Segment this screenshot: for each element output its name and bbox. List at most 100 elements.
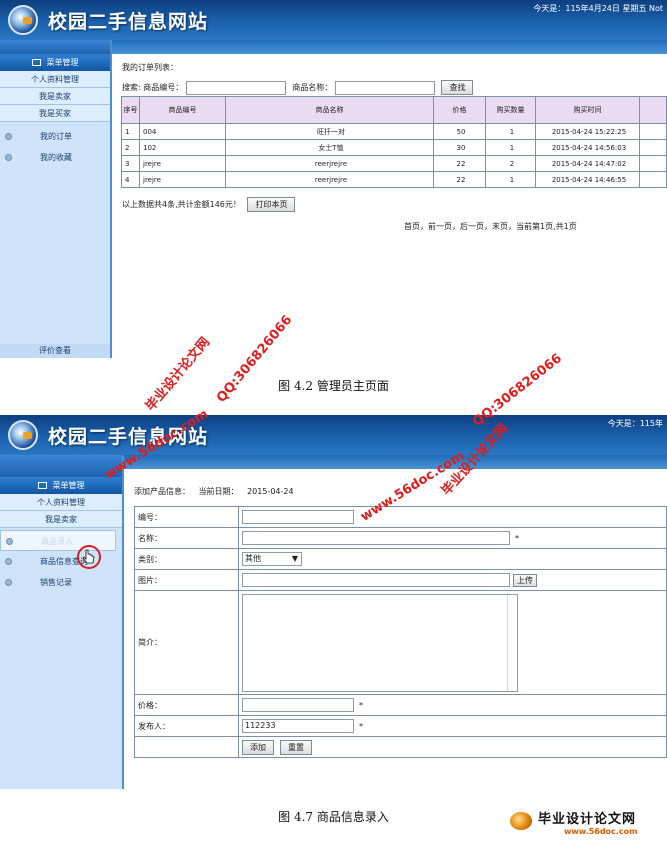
cell: 004 [139,123,226,140]
cell [639,123,667,140]
sidebar-top [0,40,110,54]
form-row-image: 图片： 上传 [134,569,667,591]
site-header: 校园二手信息网站 今天是：115年 [0,415,667,455]
form-title: 添加产品信息： [134,487,190,496]
site-logo-icon [8,5,38,35]
field-cell: * [238,694,667,716]
category-value: 其他 [245,554,261,563]
sidebar-item-seller[interactable]: 我是卖家 [0,511,122,528]
footer-logo-url: www.56doc.com [564,827,638,836]
search-name-input[interactable] [334,80,435,95]
form-row-intro: 简介： [134,590,667,695]
sidebar-item-reviews[interactable]: 评价查看 [0,344,110,358]
image-input[interactable] [242,573,510,587]
form-row-actions: 添加 重置 [134,736,667,758]
cell [639,155,667,172]
orders-panel: 我的订单列表： 搜索: 商品编号： 商品名称： 查找 序号 商品编号 商品名称 … [118,58,667,358]
sidebar-item-label: 商品录入 [41,537,73,546]
name-input[interactable] [242,531,510,545]
menu-icon [37,482,47,489]
menu-manage-header[interactable]: 菜单管理 [0,477,122,494]
reset-button[interactable]: 重置 [280,739,312,755]
cell: 4 [121,171,140,188]
cell: 1 [485,123,536,140]
field-label: 图片： [134,569,239,591]
scrollbar[interactable] [507,594,517,691]
product-form-panel: 添加产品信息： 当前日期： 2015-04-24 编号： 名称： * 类别： 其… [128,477,667,789]
sidebar-item-my-orders[interactable]: 我的订单 [0,126,110,147]
pager[interactable]: 首页，前一页，后一页，末页，当前第1页,共1页 [404,221,577,232]
menu-title-label: 菜单管理 [46,58,79,67]
field-label [134,736,239,758]
form-row-code: 编号： [134,506,667,528]
publisher-value: 112233 [245,721,276,730]
print-button[interactable]: 打印本页 [247,197,296,212]
cell [639,139,667,156]
field-cell: 112233 * [238,715,667,737]
intro-textarea[interactable] [242,593,518,692]
cell: 1 [485,139,536,156]
search-code-label: 搜索: 商品编号： [122,83,184,92]
field-cell: 上传 [238,569,667,591]
form-date-label: 当前日期： [198,487,239,496]
search-button[interactable]: 查找 [441,80,474,95]
code-input[interactable] [242,510,354,524]
site-logo-icon [8,420,38,450]
cell: 2015-04-24 14:47:02 [535,155,640,172]
category-select[interactable]: 其他 ▼ [242,552,302,566]
cell: 50 [433,123,486,140]
cell: 22 [433,155,486,172]
cell [639,171,667,188]
sidebar: 菜单管理 个人资料管理 我是卖家 商品录入 商品信息查询 销售记录 [0,455,124,789]
upload-button[interactable]: 上传 [513,573,537,587]
search-code-input[interactable] [185,80,286,95]
cell: 2015-04-24 14:46:55 [535,171,640,188]
sidebar-item-seller[interactable]: 我是卖家 [0,88,110,105]
cell: reerjrejre [225,155,434,172]
bullet-icon [5,154,12,161]
site-title: 校园二手信息网站 [48,11,209,33]
table-row: 2 102 女士T恤 30 1 2015-04-24 14:56:03 [121,139,667,156]
form-date-value: 2015-04-24 [247,487,294,496]
field-cell [238,506,667,528]
cell: 22 [433,171,486,188]
date-display: 今天是：115年 [607,419,663,428]
menu-icon [31,59,41,66]
sidebar-item-product-query[interactable]: 商品信息查询 [0,551,122,572]
publisher-input[interactable]: 112233 [242,719,354,733]
col-header-extra [639,96,667,124]
add-button[interactable]: 添加 [242,739,274,755]
cell: 2 [485,155,536,172]
menu-manage-header[interactable]: 菜单管理 [0,54,110,71]
price-input[interactable] [242,698,354,712]
field-label: 价格： [134,694,239,716]
field-cell: 其他 ▼ [238,548,667,570]
col-header: 购买数量 [485,96,536,124]
sidebar-item-label: 销售记录 [40,578,72,587]
sidebar-item-sales-records[interactable]: 销售记录 [0,572,122,593]
bullet-icon [6,538,13,545]
form-row-name: 名称： * [134,527,667,549]
sidebar-item-profile[interactable]: 个人资料管理 [0,494,122,511]
cell: 2 [121,139,140,156]
field-label: 简介： [134,590,239,695]
cell: jrejre [139,155,226,172]
sidebar-item-profile[interactable]: 个人资料管理 [0,71,110,88]
col-header: 购买时间 [535,96,640,124]
sidebar-item-my-favorites[interactable]: 我的收藏 [0,147,110,168]
required-mark: * [359,700,363,710]
cell: 1 [485,171,536,188]
screenshot-admin-home: 校园二手信息网站 今天是：115年4月24日 星期五 Not 菜单管理 个人资料… [0,0,667,358]
cell: 1 [121,123,140,140]
sidebar-item-buyer[interactable]: 我是买家 [0,105,110,122]
table-row: 4 jrejre reerjrejre 22 1 2015-04-24 14:4… [121,171,667,188]
search-bar: 搜索: 商品编号： 商品名称： 查找 [122,80,474,95]
field-cell: * [238,527,667,549]
orders-list-title: 我的订单列表： [122,63,178,72]
footer-logo-title: 毕业设计论文网 [538,812,637,827]
cell: 3 [121,155,140,172]
site-header: 校园二手信息网站 今天是：115年4月24日 星期五 Not [0,0,667,40]
form-header: 添加产品信息： 当前日期： 2015-04-24 [134,486,294,497]
footer-logo: 毕业设计论文网 www.56doc.com [508,808,663,838]
sidebar-item-label: 我的订单 [40,132,72,141]
